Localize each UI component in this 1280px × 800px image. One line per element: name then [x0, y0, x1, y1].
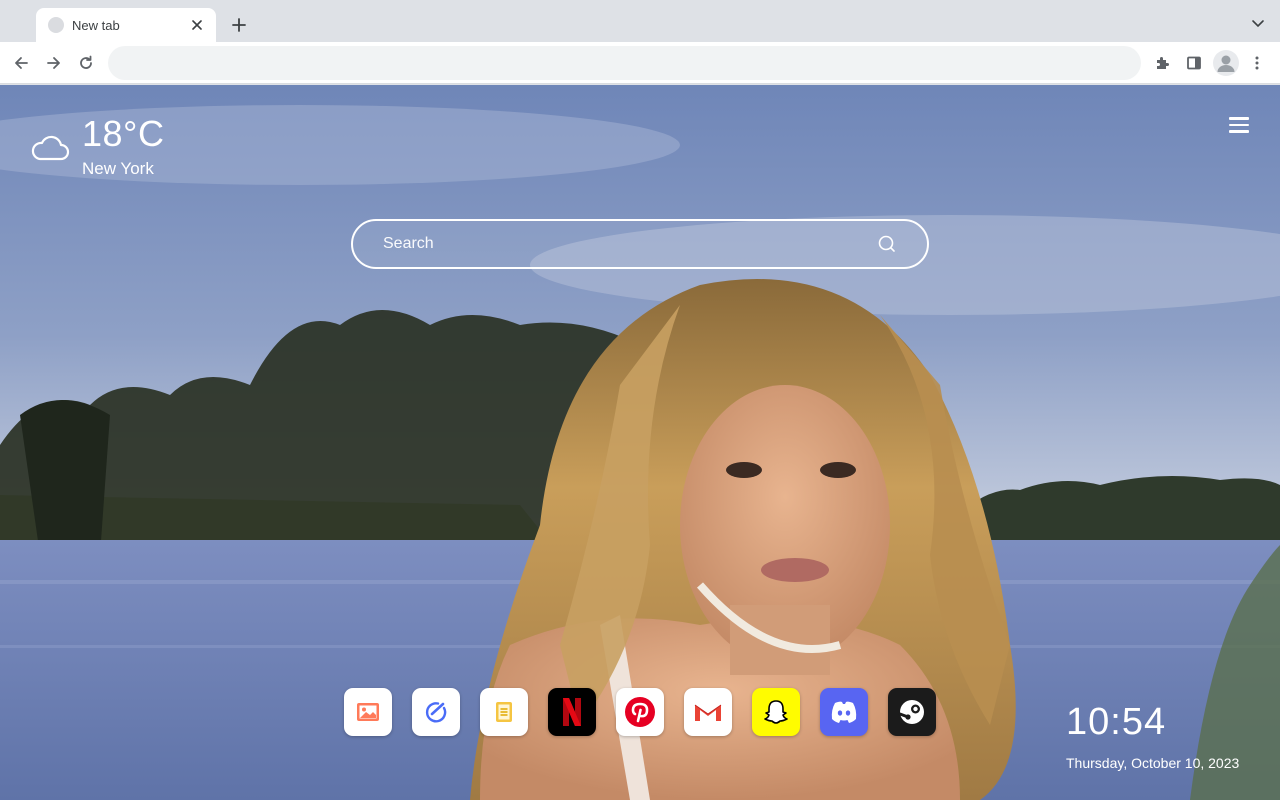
arrow-right-icon	[47, 57, 60, 69]
profile-avatar-button[interactable]	[1213, 50, 1239, 76]
menu-icon-line	[1229, 130, 1249, 133]
search-box[interactable]	[351, 219, 929, 269]
browser-toolbar	[0, 42, 1280, 84]
puzzle-icon	[1157, 57, 1169, 69]
clock-widget: 10:54 Thursday, October 10, 2023	[1066, 703, 1239, 771]
tab-new-tab[interactable]: New tab	[36, 8, 216, 42]
clock-time: 10:54	[1066, 701, 1167, 743]
netflix-icon	[563, 698, 581, 726]
tab-strip: New tab	[0, 0, 1280, 42]
chevron-down-icon	[1252, 20, 1264, 28]
weather-city: New York	[82, 159, 154, 178]
side-panel-button[interactable]	[1183, 52, 1205, 74]
shortcut-dock	[344, 688, 936, 736]
steam-icon	[898, 700, 924, 724]
check-pen-icon	[425, 702, 447, 723]
person-icon	[1217, 55, 1235, 72]
discord-icon	[831, 701, 857, 723]
tab-title: New tab	[72, 17, 120, 33]
shortcut-steam[interactable]	[888, 688, 936, 736]
shortcut-tasks[interactable]	[412, 688, 460, 736]
clock-date: Thursday, October 10, 2023	[1066, 755, 1240, 771]
back-button[interactable]	[10, 52, 32, 74]
menu-icon-line	[1229, 117, 1249, 120]
close-icon	[192, 20, 202, 30]
arrow-left-icon	[15, 57, 28, 69]
shortcut-snapchat[interactable]	[752, 688, 800, 736]
search-icon[interactable]	[877, 234, 897, 254]
tab-close-button[interactable]	[188, 16, 206, 34]
shortcut-gmail[interactable]	[684, 688, 732, 736]
gmail-icon	[694, 704, 722, 721]
tab-search-button[interactable]	[1250, 15, 1266, 31]
plus-icon	[232, 18, 246, 32]
forward-button[interactable]	[43, 52, 65, 74]
cloud-icon	[31, 135, 70, 161]
new-tab-button[interactable]	[228, 14, 250, 36]
menu-icon-line	[1229, 123, 1249, 126]
more-vert-icon	[1255, 56, 1259, 70]
photo-icon	[357, 703, 379, 721]
chrome-menu-button[interactable]	[1246, 52, 1268, 74]
reload-icon	[80, 55, 92, 69]
reload-button[interactable]	[75, 52, 97, 74]
menu-button[interactable]	[1229, 117, 1249, 133]
notes-icon	[496, 702, 512, 722]
shortcut-netflix[interactable]	[548, 688, 596, 736]
shortcut-discord[interactable]	[820, 688, 868, 736]
tab-favicon-icon	[48, 17, 64, 33]
shortcut-notes[interactable]	[480, 688, 528, 736]
address-bar[interactable]	[108, 46, 1141, 80]
weather-temperature: 18°C	[82, 113, 165, 154]
search-input[interactable]	[383, 235, 877, 253]
extensions-button[interactable]	[1151, 52, 1173, 74]
pinterest-icon	[625, 697, 655, 727]
shortcut-pinterest[interactable]	[616, 688, 664, 736]
snapchat-icon	[764, 700, 788, 724]
new-tab-page: 18°C New York Search 10:54 Thursday, Oct…	[0, 85, 1280, 800]
side-panel-icon	[1187, 56, 1201, 70]
shortcut-photos[interactable]	[344, 688, 392, 736]
